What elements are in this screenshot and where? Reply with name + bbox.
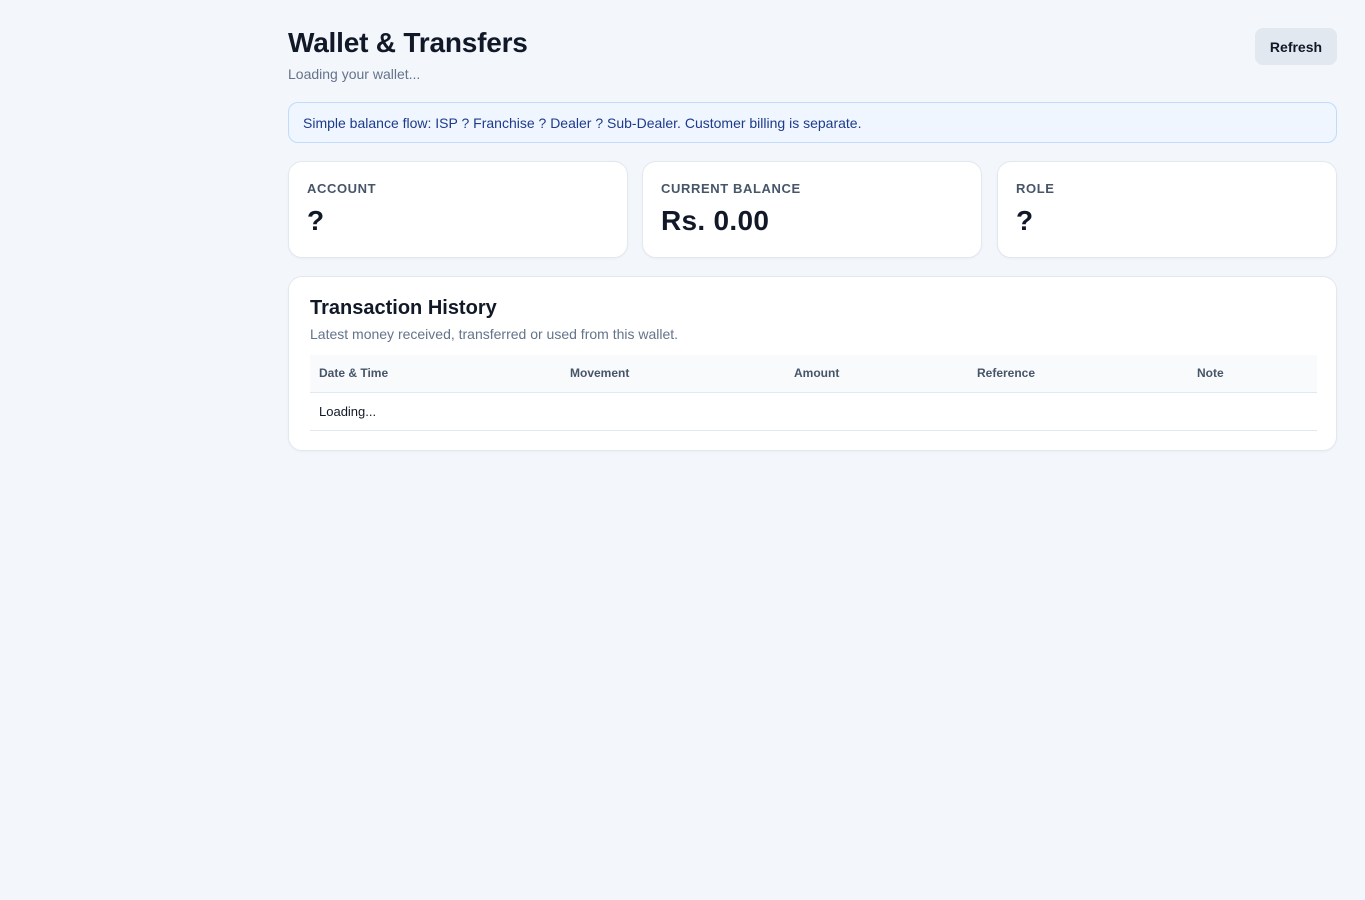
column-header-movement: Movement [561, 355, 785, 393]
role-value: ? [1016, 205, 1034, 236]
table-row: Loading... [310, 392, 1317, 431]
column-header-reference: Reference [968, 355, 1188, 393]
column-header-date-time: Date & Time [310, 355, 561, 393]
role-card: ROLE ? [997, 161, 1337, 258]
history-subtitle: Latest money received, transferred or us… [310, 326, 679, 342]
account-value: ? [307, 205, 325, 236]
loading-status: Loading... [310, 392, 1317, 431]
page-title: Wallet & Transfers [288, 27, 528, 58]
info-banner: Simple balance flow: ISP ? Franchise ? D… [288, 102, 1337, 143]
transaction-history-card: Transaction History Latest money receive… [288, 276, 1337, 451]
column-header-note: Note [1188, 355, 1317, 393]
table-header-row: Date & Time Movement Amount Reference No… [310, 355, 1317, 393]
balance-card: CURRENT BALANCE Rs. 0.00 [642, 161, 982, 258]
column-header-amount: Amount [785, 355, 968, 393]
balance-label: CURRENT BALANCE [661, 181, 801, 196]
info-banner-text: Simple balance flow: ISP ? Franchise ? D… [303, 114, 862, 131]
history-title: Transaction History [310, 297, 497, 319]
stat-cards: ACCOUNT ? CURRENT BALANCE Rs. 0.00 ROLE … [288, 161, 1337, 258]
page-header: Wallet & Transfers Loading your wallet..… [288, 0, 1337, 102]
account-label: ACCOUNT [307, 181, 377, 196]
refresh-button[interactable]: Refresh [1255, 28, 1337, 65]
page-subtitle: Loading your wallet... [288, 66, 421, 82]
main-content: Wallet & Transfers Loading your wallet..… [288, 0, 1337, 451]
balance-value: Rs. 0.00 [661, 205, 770, 236]
role-label: ROLE [1016, 181, 1055, 196]
account-card: ACCOUNT ? [288, 161, 628, 258]
transaction-table: Date & Time Movement Amount Reference No… [310, 355, 1317, 431]
